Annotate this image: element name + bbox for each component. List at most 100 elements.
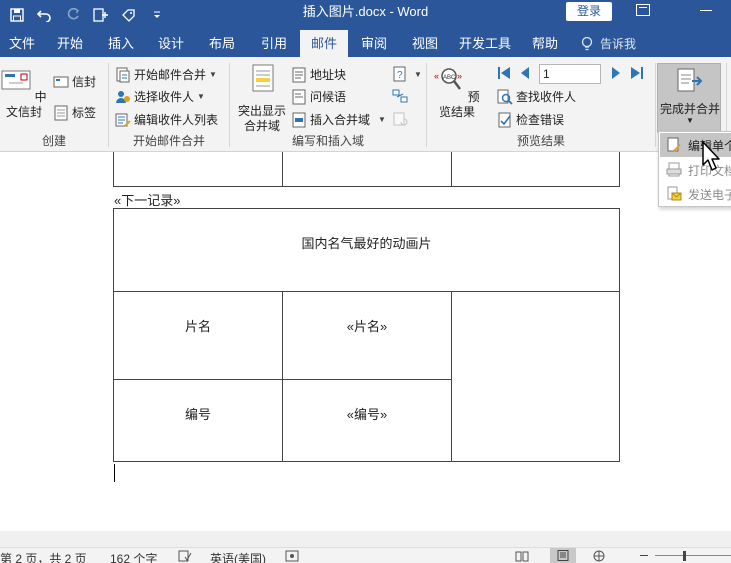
check-errors-button[interactable]: 检查错误 (497, 111, 564, 128)
tab-references[interactable]: 引用 (248, 30, 300, 57)
greeting-line-icon (292, 89, 306, 104)
tab-file[interactable]: 文件 (0, 30, 44, 57)
check-errors-icon (498, 112, 511, 127)
first-record-button[interactable] (497, 66, 511, 80)
rules-question-icon: ? (393, 66, 406, 82)
word-count[interactable]: 162 个字 (110, 550, 157, 563)
merge-field-number: «编号» (346, 407, 388, 422)
zoom-slider-thumb[interactable] (683, 551, 686, 561)
minimize-icon[interactable] (700, 10, 712, 11)
finish-merge-button[interactable]: 完成并合并 ▼ (657, 63, 721, 133)
insert-merge-field-label: 插入合并域 (310, 113, 371, 127)
address-block-icon (292, 67, 306, 82)
tab-insert[interactable]: 插入 (96, 30, 146, 57)
touch-mode-icon[interactable] (118, 4, 140, 26)
table-cell (282, 152, 452, 187)
customize-qat-icon[interactable] (146, 4, 168, 26)
email-icon (667, 186, 682, 201)
macro-record-icon[interactable] (285, 550, 299, 562)
read-mode-icon[interactable] (515, 550, 529, 562)
envelopes-button[interactable]: 信封 (53, 73, 96, 90)
label-sheet-icon (54, 105, 68, 120)
svg-text:?: ? (397, 70, 403, 81)
group-start-merge-label: 开始邮件合并 (132, 134, 205, 148)
print-layout-button[interactable] (550, 548, 576, 563)
group-create-label: 创建 (41, 134, 66, 148)
record-number-input[interactable]: 1 (539, 64, 601, 84)
undo-icon[interactable] (34, 4, 56, 26)
new-doc-icon[interactable] (90, 4, 112, 26)
chinese-envelope-button[interactable]: 中文信封 (0, 65, 48, 120)
tab-help[interactable]: 帮助 (520, 30, 570, 57)
row-label-number: 编号 (184, 407, 211, 422)
lightbulb-icon (581, 36, 593, 50)
tab-review[interactable]: 审阅 (348, 30, 400, 57)
tab-view[interactable]: 视图 (400, 30, 450, 57)
tab-mailings[interactable]: 邮件 (300, 30, 348, 57)
preview-abc-icon: « »ABC (434, 68, 462, 90)
rules-button[interactable]: ? ▼ (392, 66, 422, 82)
last-record-button[interactable] (630, 66, 644, 80)
zoom-slider[interactable] (655, 555, 731, 556)
table-cell: 编号 (113, 379, 283, 462)
mouse-cursor-icon (702, 141, 720, 171)
document-area[interactable]: «下一记录» 国内名气最好的动画片 片名 «片名» 编号 «编号» (0, 152, 731, 531)
table-cell (113, 152, 283, 187)
labels-label: 标签 (72, 106, 97, 120)
ribbon-tabs: 文件 开始 插入 设计 布局 引用 邮件 审阅 视图 开发工具 帮助 告诉我 (0, 30, 731, 57)
select-recipients-button[interactable]: 选择收件人 ▼ (115, 88, 205, 105)
svg-text:«: « (434, 71, 439, 81)
preview-results-button[interactable]: «» ABC 预览结果 (430, 65, 484, 120)
chevron-down-icon: ▼ (197, 92, 205, 101)
tab-layout[interactable]: 布局 (196, 30, 248, 57)
start-merge-button[interactable]: 开始邮件合并 ▼ (115, 66, 217, 83)
print-layout-icon (557, 550, 569, 561)
table-cell (451, 152, 620, 187)
proofing-icon[interactable] (178, 550, 192, 562)
check-errors-label: 检查错误 (516, 113, 565, 127)
insert-field-icon (292, 112, 306, 127)
group-write-insert-label: 编写和插入域 (291, 134, 364, 148)
match-fields-icon (392, 89, 408, 103)
page-count[interactable]: 第 2 页，共 2 页 (0, 550, 87, 563)
edit-recipients-button[interactable]: 编辑收件人列表 (115, 111, 218, 128)
send-email-item[interactable]: 发送电子邮件 (660, 182, 731, 206)
redo-icon[interactable] (62, 4, 84, 26)
zoom-out-icon[interactable] (640, 555, 648, 556)
chevron-down-icon: ▼ (414, 69, 422, 79)
save-icon[interactable] (6, 4, 28, 26)
edit-doc-icon (667, 137, 681, 152)
update-labels-button[interactable] (392, 111, 411, 127)
tell-me-search[interactable]: 告诉我 (580, 30, 636, 57)
svg-text:ABC: ABC (443, 75, 456, 81)
previous-record-button[interactable] (519, 66, 531, 80)
group-preview: «» ABC 预览结果 1 查找收件人 检查错误 预览结果 (427, 57, 655, 152)
table-cell: «片名» (282, 291, 452, 380)
first-record-icon (498, 67, 510, 79)
labels-button[interactable]: 标签 (53, 104, 96, 121)
edit-recipients-label: 编辑收件人列表 (134, 113, 219, 127)
tab-developer[interactable]: 开发工具 (450, 30, 520, 57)
group-separator (655, 63, 656, 147)
web-layout-icon[interactable] (592, 550, 606, 562)
address-block-button[interactable]: 地址块 (291, 66, 346, 83)
print-doc-icon (666, 162, 682, 177)
ribbon-display-options-icon[interactable] (636, 4, 650, 16)
tab-design[interactable]: 设计 (146, 30, 196, 57)
match-fields-button[interactable] (392, 88, 411, 104)
envelopes-label: 信封 (72, 75, 97, 89)
greeting-line-button[interactable]: 问候语 (291, 88, 346, 105)
insert-merge-field-button[interactable]: 插入合并域 ▼ (291, 111, 386, 128)
next-record-field: «下一记录» (114, 193, 181, 208)
highlight-merge-fields-button[interactable]: 突出显示 合并域 (233, 64, 291, 134)
login-button[interactable]: 登录 (566, 2, 612, 21)
find-recipient-button[interactable]: 查找收件人 (497, 88, 576, 105)
start-merge-label: 开始邮件合并 (134, 68, 207, 82)
chevron-down-icon: ▼ (209, 70, 217, 79)
tab-home[interactable]: 开始 (44, 30, 96, 57)
ribbon-mailings: 中文信封 信封 标签 创建 开始邮件合并 ▼ 选择收件人 ▼ 编辑收件人列表 开始邮… (0, 57, 731, 152)
next-record-button[interactable] (610, 66, 622, 80)
finish-merge-icon (677, 68, 703, 92)
language-status[interactable]: 英语(美国) (210, 550, 266, 563)
finish-merge-label: 完成并合并 (659, 102, 720, 116)
